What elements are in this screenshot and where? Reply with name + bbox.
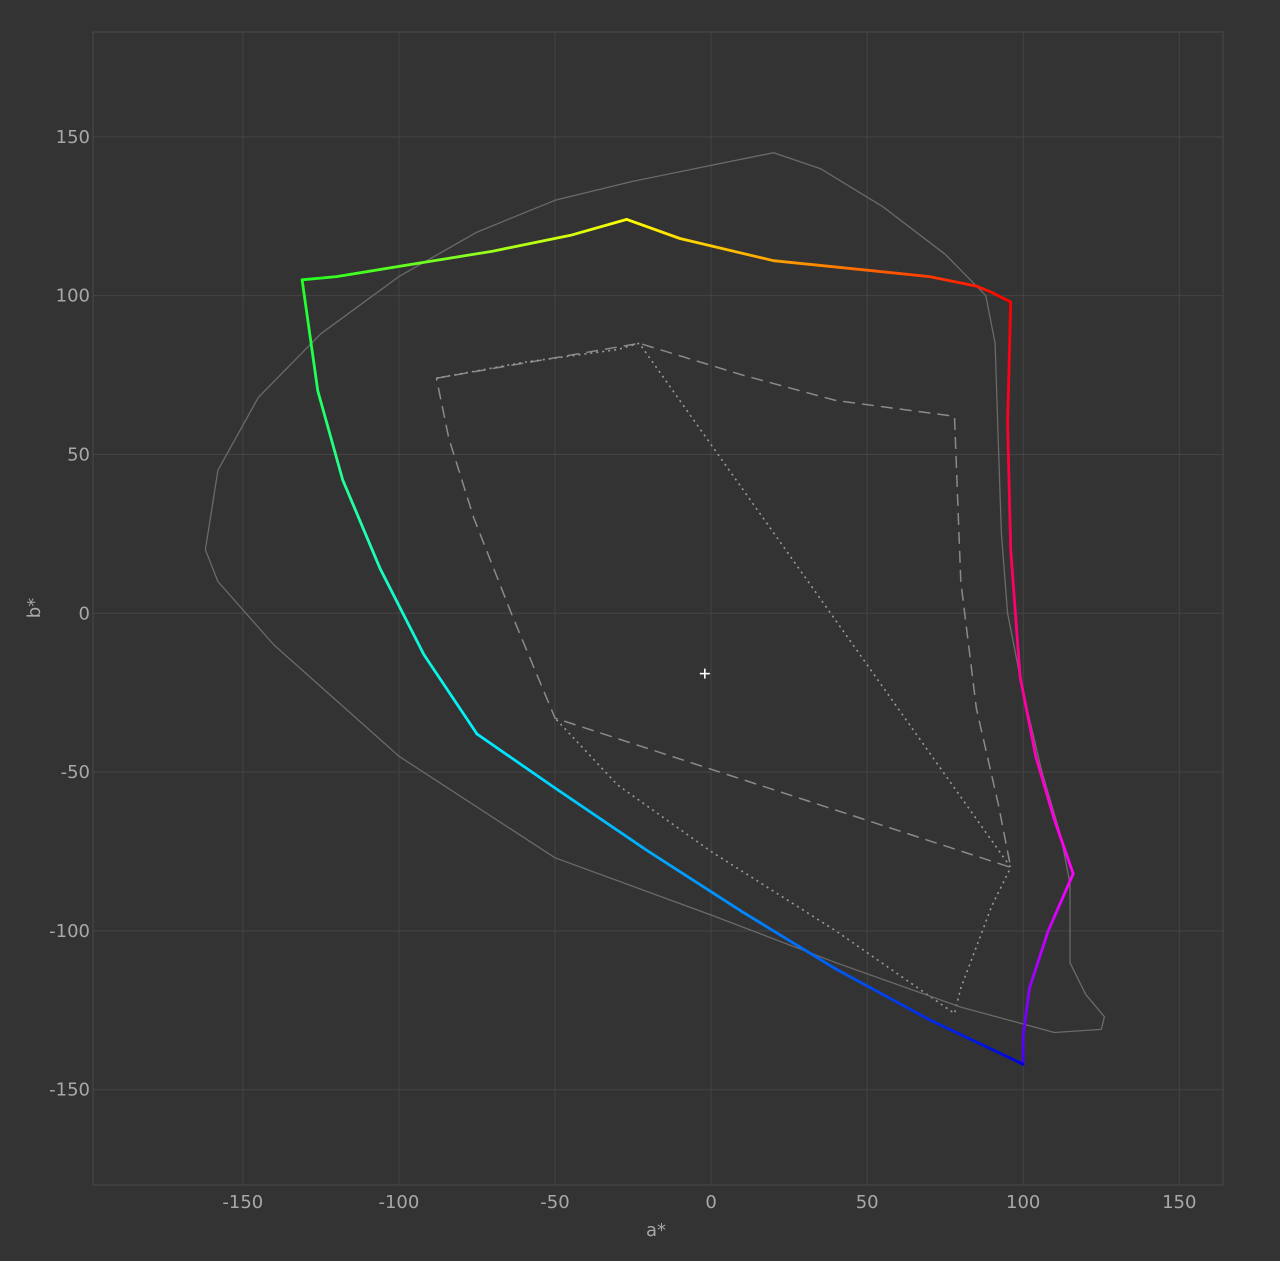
dashed-gamut-line bbox=[435, 342, 1012, 869]
grid bbox=[93, 32, 1223, 1185]
gamut-segment bbox=[1006, 300, 1075, 876]
gamut-segment bbox=[300, 218, 629, 282]
x-tick-label: -100 bbox=[378, 1192, 419, 1213]
y-tick-label: -50 bbox=[61, 762, 90, 783]
x-tick-label: 50 bbox=[856, 1192, 879, 1213]
white-point-marker bbox=[699, 668, 710, 679]
gamut-segment bbox=[300, 278, 479, 736]
y-axis-label: b* bbox=[24, 598, 45, 618]
x-tick-label: 150 bbox=[1162, 1192, 1196, 1213]
gamut-segment bbox=[625, 218, 1013, 304]
y-tick-label: 50 bbox=[67, 444, 90, 465]
y-tick-label: 100 bbox=[56, 286, 90, 307]
plot-frame bbox=[92, 31, 1224, 1186]
gamut-segment bbox=[475, 732, 1025, 1066]
dotted-gamut-line bbox=[436, 342, 1012, 1015]
x-tick-label: -150 bbox=[222, 1192, 263, 1213]
chart-svg: -150 -100 -50 0 50 100 150 150 100 50 0 -50 -100 -150… bbox=[24, 31, 1224, 1241]
y-tick-label: -150 bbox=[49, 1080, 90, 1101]
x-axis-label: a* bbox=[646, 1220, 666, 1241]
y-tick-label: 150 bbox=[56, 127, 90, 148]
y-tick-label: 0 bbox=[79, 603, 90, 624]
x-tick-label: 0 bbox=[705, 1192, 716, 1213]
x-tick-label: 100 bbox=[1006, 1192, 1040, 1213]
y-tick-label: -100 bbox=[49, 921, 90, 942]
x-tick-label: -50 bbox=[540, 1192, 569, 1213]
series-layer bbox=[204, 152, 1106, 1066]
gamut-segment bbox=[1021, 872, 1075, 1066]
